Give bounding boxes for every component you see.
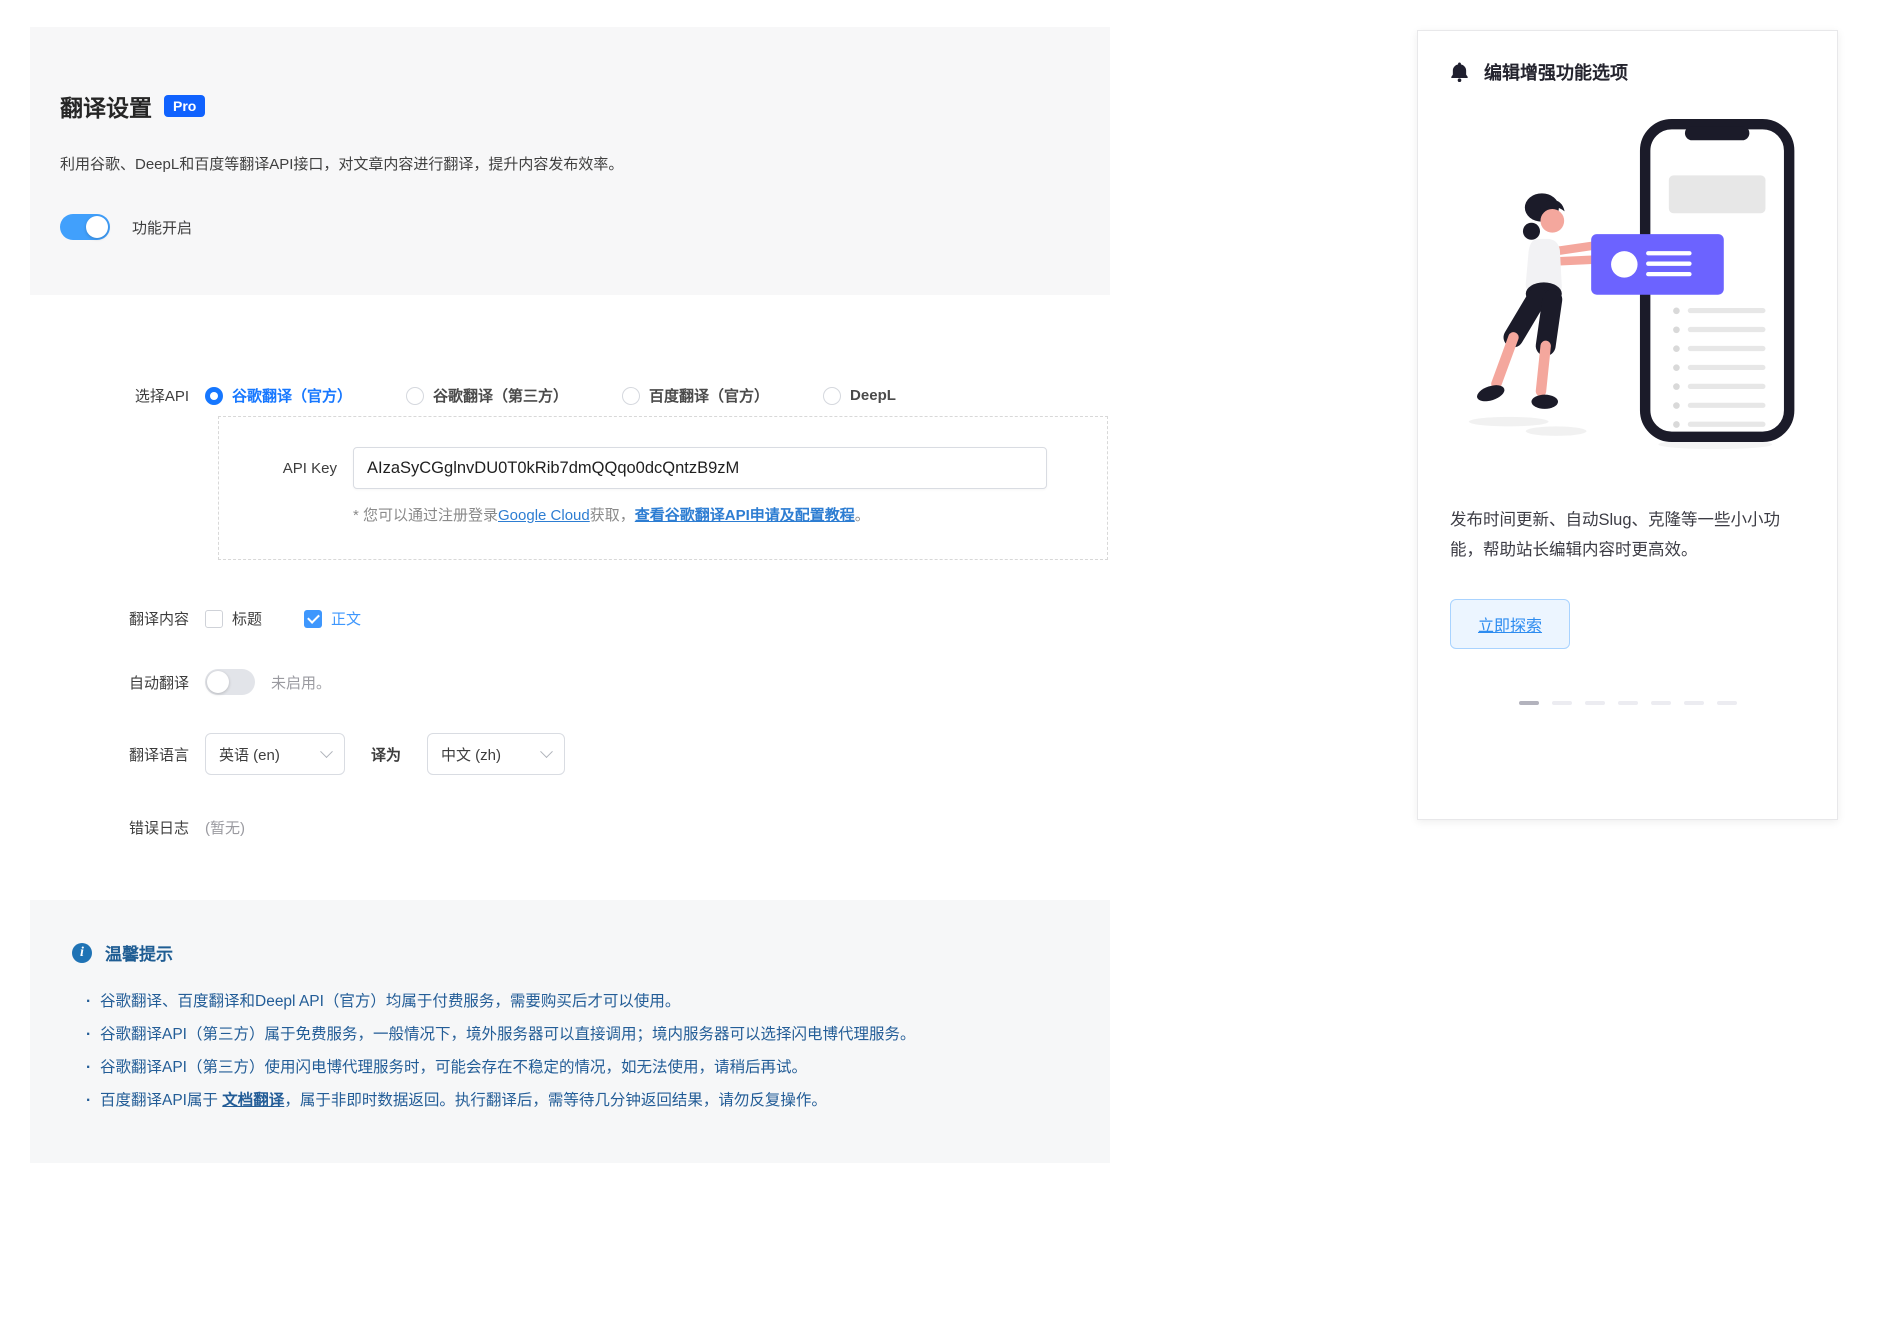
auto-translate-status: 未启用。 [271, 674, 332, 692]
radio-label: DeepL [850, 387, 896, 404]
api-select-label: 选择API [134, 388, 189, 405]
radio-label: 百度翻译（官方） [649, 388, 770, 405]
checkbox-body[interactable]: 正文 [304, 608, 361, 629]
toggle-knob [86, 216, 108, 238]
feature-toggle-label: 功能开启 [132, 219, 193, 237]
api-tutorial-link[interactable]: 查看谷歌翻译API申请及配置教程 [635, 507, 855, 524]
translate-content-row: 翻译内容 标题 正文 [30, 608, 1110, 629]
tip-item: 谷歌翻译API（第三方）属于免费服务，一般情况下，境外服务器可以直接调用；境内服… [72, 1018, 1068, 1051]
toggle-knob [207, 671, 229, 693]
api-key-row: API Key [219, 447, 1107, 489]
tip-item: 百度翻译API属于 文档翻译，属于非即时数据返回。执行翻译后，需等待几分钟返回结… [72, 1084, 1068, 1117]
api-key-help: * 您可以通过注册登录Google Cloud获取，查看谷歌翻译API申请及配置… [353, 504, 1107, 525]
feature-toggle-row: 功能开启 [60, 214, 1080, 240]
radio-google-official[interactable]: 谷歌翻译（官方） [205, 385, 352, 406]
error-log-value: (暂无) [205, 820, 245, 837]
carousel-dot[interactable] [1716, 701, 1737, 706]
chevron-down-icon [320, 744, 333, 758]
language-label: 翻译语言 [128, 746, 189, 764]
promo-illustration [1468, 118, 1795, 450]
help-text: 获取， [589, 507, 635, 524]
promo-body-text: 发布时间更新、自动Slug、克隆等一些小小功能，帮助站长编辑内容时更高效。 [1450, 511, 1781, 559]
radio-unselected-icon [406, 386, 425, 405]
tips-header: i 温馨提示 [72, 940, 1068, 965]
radio-deepl[interactable]: DeepL [823, 386, 896, 405]
settings-form: 选择API 谷歌翻译（官方） 谷歌翻译（第三方） 百度翻译（官方） DeepL … [30, 295, 1110, 838]
checkbox-label: 正文 [331, 611, 362, 628]
info-icon: i [72, 942, 92, 963]
radio-label: 谷歌翻译（官方） [232, 388, 353, 405]
radio-selected-icon [205, 386, 223, 405]
explore-now-button[interactable]: 立即探索 [1450, 599, 1571, 650]
check-icon [304, 609, 323, 628]
auto-translate-toggle[interactable] [205, 669, 255, 695]
api-key-input[interactable] [353, 447, 1047, 489]
promo-card: 编辑增强功能选项 发布时间更新、自动Slug、克隆等一些小小功能，帮助站长编辑内… [1417, 30, 1838, 820]
radio-label: 谷歌翻译（第三方） [433, 388, 569, 405]
page-title: 翻译设置 [60, 95, 152, 121]
auto-translate-row: 自动翻译 未启用。 [30, 669, 1110, 695]
api-key-box: API Key * 您可以通过注册登录Google Cloud获取，查看谷歌翻译… [218, 416, 1108, 560]
help-text: * 您可以通过注册登录 [353, 507, 499, 524]
bell-icon [1450, 62, 1469, 83]
error-log-row: 错误日志 (暂无) [30, 817, 1110, 838]
translate-content-label: 翻译内容 [128, 611, 189, 628]
radio-google-thirdparty[interactable]: 谷歌翻译（第三方） [406, 385, 568, 406]
tip-text: ，属于非即时数据返回。执行翻译后，需等待几分钟返回结果，请勿反复操作。 [284, 1092, 827, 1109]
radio-unselected-icon [622, 386, 641, 405]
selected-value: 中文 (zh) [441, 746, 502, 764]
tip-text: 百度翻译API属于 [100, 1092, 223, 1109]
auto-translate-label: 自动翻译 [128, 674, 189, 692]
radio-unselected-icon [823, 386, 842, 405]
tips-list: 谷歌翻译、百度翻译和Deepl API（官方）均属于付费服务，需要购买后才可以使… [72, 985, 1068, 1117]
help-text: 。 [854, 507, 870, 524]
feature-toggle[interactable] [60, 214, 110, 240]
api-key-label: API Key [282, 459, 337, 477]
chevron-down-icon [540, 744, 553, 758]
promo-title: 编辑增强功能选项 [1484, 63, 1628, 83]
carousel-dot[interactable] [1617, 701, 1638, 706]
selected-value: 英语 (en) [219, 746, 280, 764]
carousel-dot[interactable] [1650, 701, 1671, 706]
translation-settings-panel: 翻译设置 Pro 利用谷歌、DeepL和百度等翻译API接口，对文章内容进行翻译… [30, 27, 1110, 1163]
tip-item: 谷歌翻译、百度翻译和Deepl API（官方）均属于付费服务，需要购买后才可以使… [72, 985, 1068, 1018]
google-cloud-link[interactable]: Google Cloud [498, 507, 590, 524]
tips-title: 温馨提示 [105, 945, 173, 964]
promo-header: 编辑增强功能选项 [1450, 59, 1805, 85]
source-language-select[interactable]: 英语 (en) [205, 733, 345, 775]
language-row: 翻译语言 英语 (en) 译为 中文 (zh) [30, 733, 1110, 775]
checkbox-unchecked-icon [205, 609, 223, 628]
tips-section: i 温馨提示 谷歌翻译、百度翻译和Deepl API（官方）均属于付费服务，需要… [30, 900, 1110, 1163]
doc-translate-link[interactable]: 文档翻译 [222, 1092, 284, 1109]
translate-to-label: 译为 [371, 746, 402, 764]
checkbox-title[interactable]: 标题 [205, 608, 262, 629]
feature-description: 利用谷歌、DeepL和百度等翻译API接口，对文章内容进行翻译，提升内容发布效率… [60, 156, 624, 173]
title-row: 翻译设置 Pro [60, 89, 1080, 123]
settings-hero-section: 翻译设置 Pro 利用谷歌、DeepL和百度等翻译API接口，对文章内容进行翻译… [30, 27, 1110, 295]
carousel-dot[interactable] [1551, 701, 1572, 706]
carousel-dot[interactable] [1683, 701, 1704, 706]
tip-item: 谷歌翻译API（第三方）使用闪电博代理服务时，可能会存在不稳定的情况，如无法使用… [72, 1051, 1068, 1084]
carousel-dots [1450, 701, 1805, 706]
radio-baidu-official[interactable]: 百度翻译（官方） [622, 385, 769, 406]
carousel-dot[interactable] [1584, 701, 1605, 706]
target-language-select[interactable]: 中文 (zh) [427, 733, 566, 775]
pro-badge: Pro [164, 94, 206, 118]
checkbox-label: 标题 [232, 611, 263, 628]
api-select-row: 选择API 谷歌翻译（官方） 谷歌翻译（第三方） 百度翻译（官方） DeepL [30, 385, 1110, 406]
error-log-label: 错误日志 [128, 820, 189, 837]
carousel-dot[interactable] [1518, 701, 1539, 706]
